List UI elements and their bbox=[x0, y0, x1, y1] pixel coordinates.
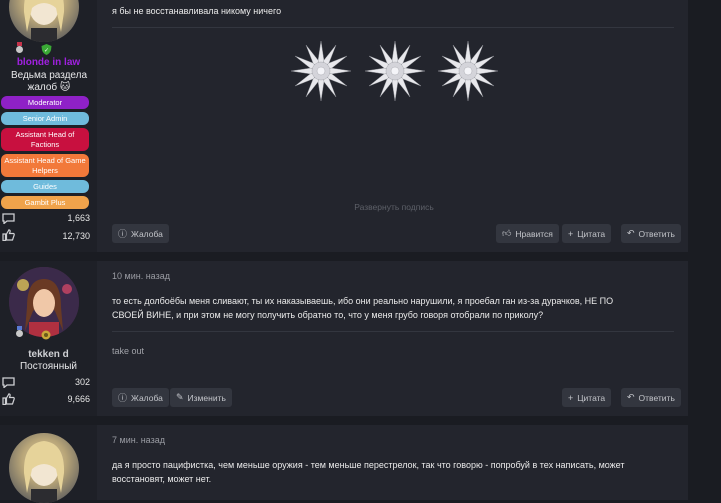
reply-icon: ↶ bbox=[627, 392, 635, 402]
avatar[interactable] bbox=[9, 433, 79, 503]
user-sidebar: tekken d Постоянный 302 9,666 bbox=[0, 261, 97, 416]
badge-senior-admin: Senior Admin bbox=[1, 112, 89, 125]
post-date[interactable]: 7 мин. назад bbox=[112, 435, 165, 445]
post-date[interactable]: 10 мин. назад bbox=[112, 271, 170, 281]
like-button[interactable]: 👍︎ Нравится bbox=[496, 224, 559, 243]
award-icon bbox=[41, 327, 51, 345]
username[interactable]: blonde in law bbox=[0, 57, 97, 68]
reply-icon: ↶ bbox=[627, 228, 635, 238]
thumbs-up-icon bbox=[2, 392, 15, 410]
user-sidebar: ✓ blonde in law Ведьма раздела жалоб 🐱 M… bbox=[0, 0, 97, 252]
messages-count: 1,663 bbox=[67, 213, 90, 223]
post-text-line: восстановят, может нет. bbox=[112, 474, 212, 484]
plus-icon: + bbox=[568, 392, 574, 403]
post: tekken d Постоянный 302 9,666 10 мин. на… bbox=[0, 261, 688, 416]
snowflake-icon bbox=[437, 40, 499, 102]
pencil-icon: ✎ bbox=[176, 392, 184, 402]
plus-icon: + bbox=[568, 228, 574, 239]
username[interactable]: tekken d bbox=[0, 349, 97, 360]
quote-button[interactable]: + Цитата bbox=[562, 224, 612, 243]
badge-guides: Guides bbox=[1, 180, 89, 193]
post-content: 10 мин. назад то есть долбоёбы меня слив… bbox=[112, 261, 681, 416]
post-text-line: то есть долбоёбы меня сливают, ты их нак… bbox=[112, 296, 614, 306]
thumbs-up-icon bbox=[2, 228, 15, 246]
badge-moderator: Moderator bbox=[1, 96, 89, 109]
reactions-count: 9,666 bbox=[67, 394, 90, 404]
snowflake-icon bbox=[290, 40, 352, 102]
thumbs-up-icon: 👍︎ bbox=[502, 228, 512, 238]
expand-signature-link[interactable]: Развернуть подпись bbox=[112, 202, 676, 212]
signature-divider bbox=[112, 27, 674, 28]
messages-icon bbox=[2, 211, 15, 229]
signature-text: take out bbox=[112, 346, 145, 356]
reactions-count: 12,730 bbox=[62, 231, 90, 241]
signature-divider bbox=[112, 331, 674, 332]
post-content: я бы не восстанавливала никому ничего Ра… bbox=[112, 0, 681, 252]
warning-icon: ⓘ bbox=[118, 229, 128, 239]
messages-count: 302 bbox=[74, 377, 90, 387]
quote-button[interactable]: + Цитата bbox=[562, 388, 612, 407]
reply-button[interactable]: ↶ Ответить bbox=[621, 224, 681, 243]
post-content: 7 мин. назад да я просто пацифистка, чем… bbox=[112, 425, 676, 500]
avatar[interactable] bbox=[9, 0, 79, 42]
reply-button[interactable]: ↶ Ответить bbox=[621, 388, 681, 407]
report-button[interactable]: ⓘ Жалоба bbox=[112, 224, 169, 243]
user-title: Ведьма раздела жалоб 🐱 bbox=[10, 70, 88, 93]
report-button[interactable]: ⓘ Жалоба bbox=[112, 388, 169, 407]
user-sidebar bbox=[0, 425, 97, 503]
medal-icon bbox=[15, 325, 24, 343]
post: 7 мин. назад да я просто пацифистка, чем… bbox=[0, 425, 688, 503]
badge-assistant-head-factions: Assistant Head of Factions bbox=[1, 128, 89, 151]
user-title: Постоянный bbox=[19, 361, 77, 372]
messages-icon bbox=[2, 375, 15, 393]
post-text-line: да я просто пацифистка, чем меньше оружи… bbox=[112, 460, 625, 470]
badge-gambit-plus: Gambit Plus bbox=[1, 196, 89, 209]
badge-assistant-head-game-helpers: Assistant Head of Game Helpers bbox=[1, 154, 89, 177]
snowflake-icon bbox=[364, 40, 426, 102]
svg-text:✓: ✓ bbox=[44, 47, 49, 54]
warning-icon: ⓘ bbox=[118, 393, 128, 403]
edit-button[interactable]: ✎ Изменить bbox=[170, 388, 232, 407]
post: ✓ blonde in law Ведьма раздела жалоб 🐱 M… bbox=[0, 0, 688, 252]
post-text-line: СВОЕЙ ВИНЕ, и при этом не могу получить … bbox=[112, 310, 544, 320]
post-text: я бы не восстанавливала никому ничего bbox=[112, 6, 282, 16]
